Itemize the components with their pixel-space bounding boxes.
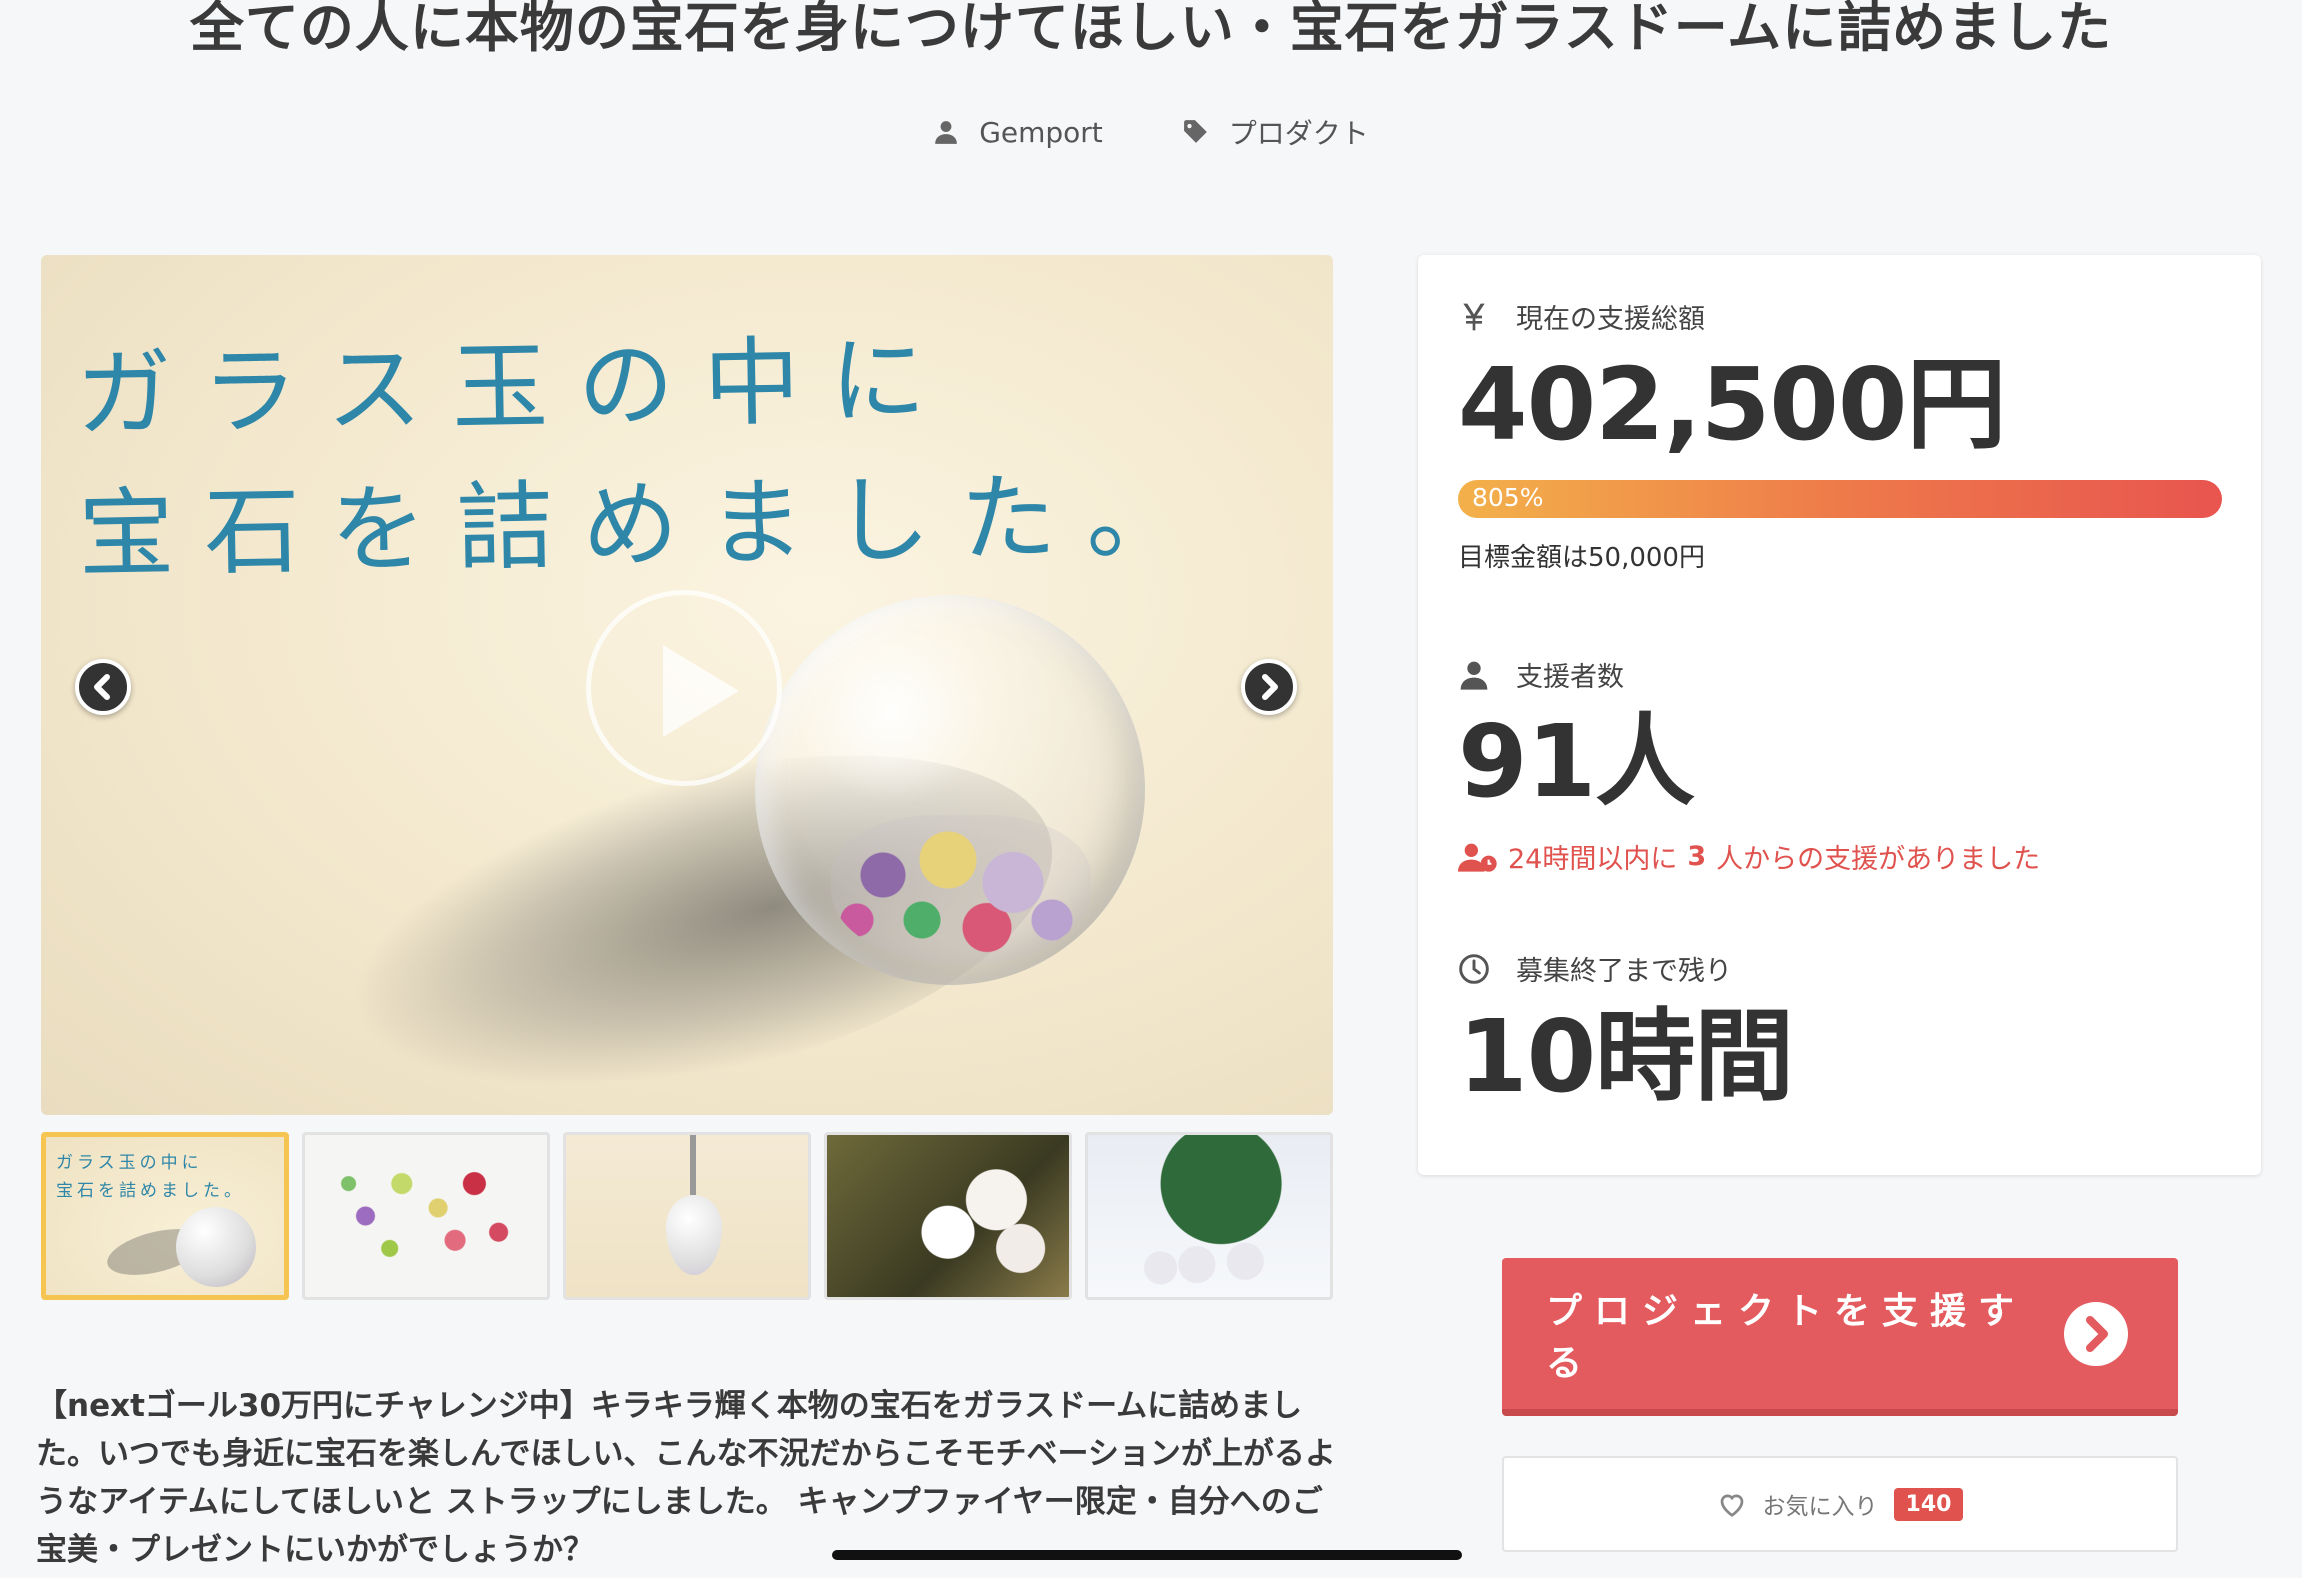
category-name: プロダクト — [1228, 117, 1369, 150]
progress-percent: 805% — [1472, 483, 1544, 512]
gems-image — [831, 815, 1091, 965]
thumbnail-2[interactable] — [302, 1132, 550, 1300]
hero-video[interactable]: ガラス玉の中に 宝石を詰めました。 — [41, 255, 1333, 1115]
progress-bar: 805% — [1458, 480, 2222, 518]
category-link[interactable]: プロダクト — [1183, 112, 1369, 152]
chevron-right-icon[interactable] — [1241, 659, 1297, 715]
thumbnail-1[interactable]: ガラス玉の中に 宝石を詰めました。 — [41, 1132, 289, 1300]
goal-text: 目標金額は50,000円 — [1458, 543, 1705, 573]
user-clock-icon — [1458, 843, 1497, 872]
project-meta: Gemport プロダクト — [0, 112, 2302, 152]
thumbnail-4[interactable] — [824, 1132, 1072, 1300]
remaining-value: 10時間 — [1458, 998, 1794, 1115]
hero-caption-line2: 宝石を詰めました。 — [77, 459, 1214, 591]
project-title: 全ての人に本物の宝石を身につけてほしい・宝石をガラスドームに詰めました — [189, 0, 2113, 59]
stats-panel: 現在の支援総額 402,500円 805% 目標金額は50,000円 支援者数 … — [1418, 255, 2261, 1175]
favorite-label: お気に入り — [1762, 1494, 1878, 1520]
user-icon — [935, 121, 958, 144]
thumbnail-5[interactable] — [1085, 1132, 1333, 1300]
heart-icon — [1720, 1494, 1743, 1517]
thumbnail-3[interactable] — [563, 1132, 811, 1300]
chevron-right-icon — [2064, 1301, 2128, 1366]
hero-caption: ガラス玉の中に 宝石を詰めました。 — [75, 305, 1214, 605]
favorite-count-badge: 140 — [1893, 1487, 1964, 1521]
backers-value: 91人 — [1458, 703, 1695, 820]
thumbnail-caption: ガラス玉の中に 宝石を詰めました。 — [56, 1153, 245, 1201]
thumbnail-strip: ガラス玉の中に 宝石を詰めました。 — [41, 1132, 1333, 1300]
author-link[interactable]: Gemport — [933, 112, 1103, 152]
project-description: 【nextゴール30万円にチャレンジ中】キラキラ輝く本物の宝石をガラスドームに詰… — [36, 1388, 1336, 1568]
play-icon[interactable] — [586, 590, 782, 786]
support-button-label: プロジェクトを支援する — [1546, 1290, 2027, 1384]
tag-icon — [1183, 120, 1207, 143]
hero-caption-line1: ガラス玉の中に — [74, 323, 957, 451]
home-indicator — [832, 1550, 1462, 1560]
author-name: Gemport — [979, 115, 1103, 149]
chevron-left-icon[interactable] — [75, 659, 131, 715]
total-value: 402,500円 — [1458, 346, 2006, 463]
project-page: 全ての人に本物の宝石を身につけてほしい・宝石をガラスドームに詰めました Gemp… — [0, 0, 2302, 1578]
favorite-button[interactable]: お気に入り 140 — [1502, 1456, 2178, 1552]
support-project-button[interactable]: プロジェクトを支援する — [1502, 1258, 2178, 1416]
recent-backers-note: 24時間以内に 3 人からの支援がありました — [1458, 837, 2040, 876]
